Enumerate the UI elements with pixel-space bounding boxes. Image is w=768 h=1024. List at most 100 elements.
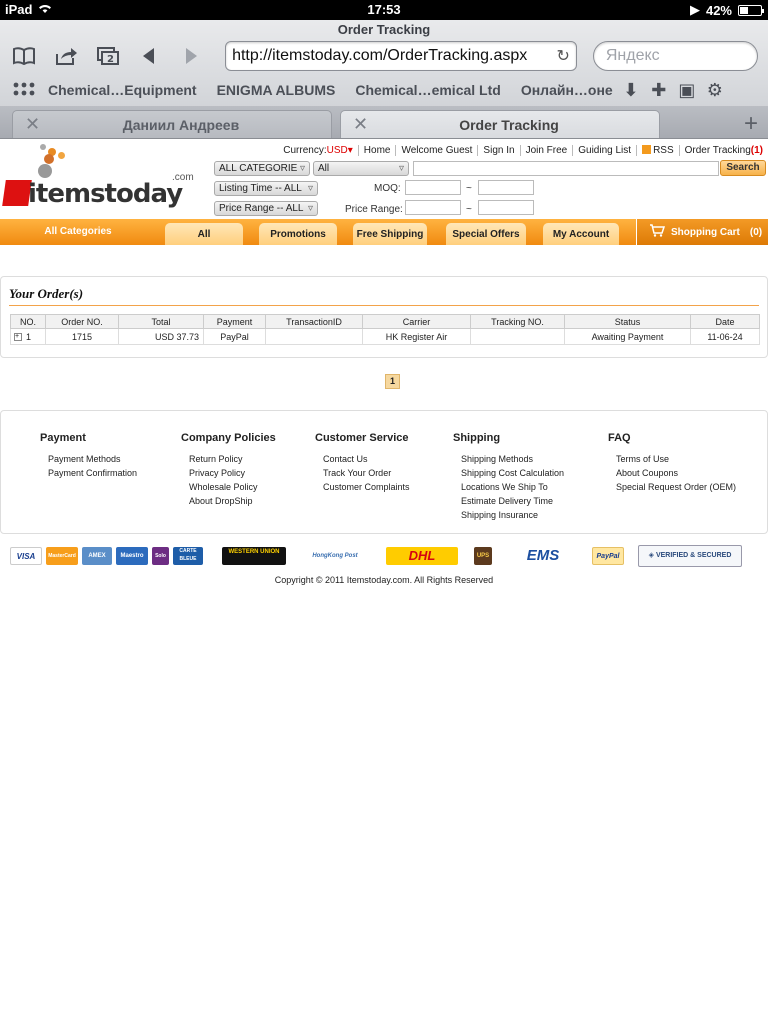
order-number-cell: 1715	[45, 328, 119, 345]
category-select[interactable]: ALL CATEGORIE ▿	[214, 161, 310, 176]
download-icon[interactable]: ⬇	[617, 80, 645, 101]
expand-icon[interactable]: +	[14, 333, 22, 342]
welcome-text: Welcome Guest	[395, 145, 477, 156]
chevron-down-icon: ▿	[299, 163, 305, 174]
listing-time-value: Listing Time -- ALL	[219, 183, 302, 194]
price-range-label: Price Range:	[345, 204, 403, 215]
chevron-down-icon: ▿	[398, 163, 404, 174]
share-icon[interactable]	[52, 43, 80, 69]
home-link[interactable]: Home	[357, 145, 396, 156]
maestro-logo: Maestro	[116, 547, 148, 565]
reload-icon[interactable]: ↻	[556, 46, 569, 66]
footer-link[interactable]: Terms of Use	[616, 452, 736, 466]
carrier-cell: HK Register Air	[362, 328, 471, 345]
rss-link[interactable]: RSS	[636, 145, 679, 156]
hongkong-post-logo: HongKong Post	[304, 547, 366, 565]
order-tracking-count: (1)	[750, 145, 763, 156]
guiding-list-link[interactable]: Guiding List	[572, 145, 636, 156]
window-icon[interactable]: ▣	[673, 80, 701, 101]
footer-link[interactable]: About Coupons	[616, 466, 736, 480]
tab-order-tracking[interactable]: ✕ Order Tracking	[340, 110, 660, 138]
footer-link[interactable]: Estimate Delivery Time	[461, 494, 564, 508]
nav-tab-special-offers[interactable]: Special Offers	[446, 223, 526, 245]
chevron-down-icon: ▿	[307, 203, 313, 214]
amex-logo: AMEX	[82, 547, 112, 565]
footer-link[interactable]: Track Your Order	[323, 466, 410, 480]
total-cell: USD 37.73	[118, 328, 204, 345]
nav-tab-promotions[interactable]: Promotions	[259, 223, 337, 245]
pagination-page-1[interactable]: 1	[385, 374, 400, 389]
footer-link[interactable]: Shipping Cost Calculation	[461, 466, 564, 480]
footer-link[interactable]: Locations We Ship To	[461, 480, 564, 494]
status-bar: iPad 17:53 ▶ 42%	[0, 0, 768, 20]
listing-time-select[interactable]: Listing Time -- ALL ▿	[214, 181, 318, 196]
bookmark-item[interactable]: Chemical…emical Ltd	[345, 82, 511, 98]
footer-heading: Payment	[40, 432, 86, 444]
keyword-input[interactable]	[413, 161, 719, 176]
search-button[interactable]: Search	[720, 160, 766, 176]
footer-link[interactable]: Privacy Policy	[189, 466, 276, 480]
moq-max-input[interactable]	[478, 180, 534, 195]
site-logo[interactable]: itemstoday .com	[0, 142, 200, 222]
bookmarks-icon[interactable]	[10, 43, 38, 69]
close-icon[interactable]: ✕	[25, 114, 43, 135]
tabs-icon[interactable]: 2	[94, 43, 122, 69]
forward-icon[interactable]	[177, 43, 205, 69]
tab-label: Даниил Андреев	[122, 116, 240, 133]
back-icon[interactable]	[135, 43, 163, 69]
shopping-cart-button[interactable]: Shopping Cart (0)	[636, 219, 768, 245]
footer-link[interactable]: Customer Complaints	[323, 480, 410, 494]
rss-label: RSS	[653, 145, 674, 156]
all-categories-button[interactable]: All Categories	[0, 219, 156, 245]
bookmarks-bar: Chemical…Equipment ENIGMA ALBUMS Chemica…	[0, 74, 768, 106]
date-cell: 11-06-24	[690, 328, 760, 345]
footer-link[interactable]: Payment Methods	[48, 452, 137, 466]
scope-select[interactable]: All ▿	[313, 161, 409, 176]
close-icon[interactable]: ✕	[353, 114, 371, 135]
grid-icon[interactable]	[10, 82, 38, 98]
orders-table: NO. Order NO. Total Payment TransactionI…	[10, 314, 760, 345]
sign-in-link[interactable]: Sign In	[477, 145, 519, 156]
ems-logo: EMS	[510, 547, 576, 565]
price-range-select[interactable]: Price Range -- ALL ▿	[214, 201, 318, 216]
puzzle-icon[interactable]: ✚	[645, 80, 673, 101]
column-header: Date	[690, 314, 760, 329]
footer-link[interactable]: Contact Us	[323, 452, 410, 466]
bookmark-item[interactable]: Chemical…Equipment	[38, 82, 207, 98]
nav-tab-my-account[interactable]: My Account	[543, 223, 619, 245]
footer-link[interactable]: Shipping Methods	[461, 452, 564, 466]
new-tab-icon[interactable]: +	[744, 110, 758, 138]
row-number-cell: +1	[10, 328, 46, 345]
address-bar[interactable]: http://itemstoday.com/OrderTracking.aspx…	[225, 41, 577, 71]
footer-link[interactable]: Payment Confirmation	[48, 466, 137, 480]
tab-daniil[interactable]: ✕ Даниил Андреев	[12, 110, 332, 138]
order-tracking-label: Order Tracking	[684, 145, 751, 156]
column-header: Payment	[203, 314, 266, 329]
nav-tab-all[interactable]: All	[165, 223, 243, 245]
footer-link[interactable]: Return Policy	[189, 452, 276, 466]
footer-link[interactable]: Shipping Insurance	[461, 508, 564, 522]
footer-column-payment: Payment Payment Methods Payment Confirma…	[40, 432, 137, 480]
footer-link[interactable]: About DropShip	[189, 494, 276, 508]
moq-min-input[interactable]	[405, 180, 461, 195]
cart-count: (0)	[749, 226, 763, 238]
price-max-input[interactable]	[478, 200, 534, 215]
footer-link[interactable]: Special Request Order (OEM)	[616, 480, 736, 494]
search-field[interactable]: Яндекс	[592, 41, 758, 71]
order-tracking-link[interactable]: Order Tracking(1)	[678, 145, 768, 156]
rss-icon	[642, 145, 652, 154]
currency-selector[interactable]: Currency:USD▾	[278, 145, 358, 156]
join-free-link[interactable]: Join Free	[519, 145, 573, 156]
price-min-input[interactable]	[405, 200, 461, 215]
footer-link[interactable]: Wholesale Policy	[189, 480, 276, 494]
bookmark-item[interactable]: Онлайн…оне	[511, 82, 617, 98]
mastercard-logo: MasterCard	[46, 547, 78, 565]
nav-tab-free-shipping[interactable]: Free Shipping	[353, 223, 427, 245]
search-placeholder: Яндекс	[605, 47, 660, 64]
chevron-down-icon: ▾	[347, 145, 353, 156]
price-range-value: Price Range -- ALL	[219, 203, 304, 214]
footer-column-faq: FAQ Terms of Use About Coupons Special R…	[608, 432, 736, 494]
bookmark-item[interactable]: ENIGMA ALBUMS	[207, 82, 346, 98]
gear-icon[interactable]: ⚙	[701, 80, 729, 101]
payment-logos: VISA MasterCard AMEX Maestro Solo CARTE …	[10, 544, 750, 568]
